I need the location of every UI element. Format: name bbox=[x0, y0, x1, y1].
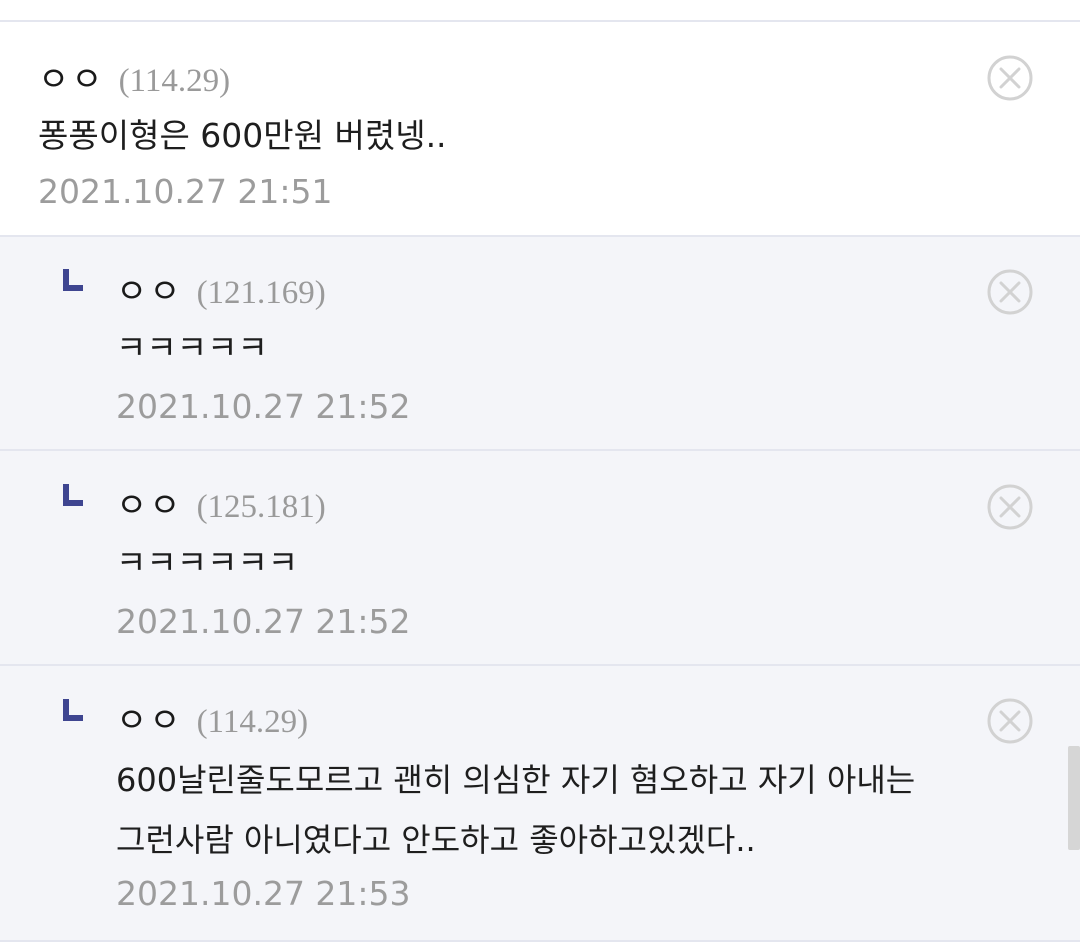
reply-item: ㅇㅇ (121.169) ㅋㅋㅋㅋㅋ 2021.10.27 21:52 bbox=[0, 237, 1080, 451]
comment-ip: (125.181) bbox=[196, 489, 326, 525]
comment-body-line: 퐁퐁이형은 600만원 버렸넹.. bbox=[38, 116, 447, 155]
reply-item: ㅇㅇ (125.181) ㅋㅋㅋㅋㅋㅋ 2021.10.27 21:52 bbox=[0, 451, 1080, 666]
reply-arrow-icon bbox=[63, 484, 83, 506]
comment-author[interactable]: ㅇㅇ bbox=[116, 264, 183, 313]
close-circle-icon bbox=[987, 698, 1033, 744]
comment-body-line: ㅋㅋㅋㅋㅋㅋ bbox=[116, 543, 299, 582]
delete-comment-button[interactable] bbox=[987, 698, 1033, 744]
reply-arrow-icon bbox=[63, 699, 83, 721]
comment-author[interactable]: ㅇㅇ bbox=[116, 693, 183, 742]
comment-body: 퐁퐁이형은 600만원 버렸넹.. bbox=[38, 106, 447, 166]
comment-meta: ㅇㅇ (114.29) bbox=[38, 52, 230, 101]
comment-author[interactable]: ㅇㅇ bbox=[38, 52, 105, 101]
comment-body: ㅋㅋㅋㅋㅋ bbox=[116, 318, 268, 378]
comment-body: 600날린줄도모르고 괜히 의심한 자기 혐오하고 자기 아내는 그런사람 아니… bbox=[116, 750, 915, 870]
close-circle-icon bbox=[987, 269, 1033, 315]
comment-body: ㅋㅋㅋㅋㅋㅋ bbox=[116, 533, 298, 593]
comment-ip: (114.29) bbox=[118, 63, 231, 99]
comment-author[interactable]: ㅇㅇ bbox=[116, 478, 183, 527]
comment-ip: (121.169) bbox=[196, 275, 326, 311]
comment-date: 2021.10.27 21:52 bbox=[116, 602, 411, 641]
delete-comment-button[interactable] bbox=[987, 269, 1033, 315]
top-divider bbox=[0, 0, 1080, 22]
comment-body-line: 그런사람 아니였다고 안도하고 좋아하고있겠다.. bbox=[116, 821, 756, 859]
comment-meta: ㅇㅇ (121.169) bbox=[116, 264, 326, 313]
comment-ip: (114.29) bbox=[196, 704, 309, 740]
comment-meta: ㅇㅇ (114.29) bbox=[116, 693, 308, 742]
comment-date: 2021.10.27 21:52 bbox=[116, 387, 411, 426]
comment-date: 2021.10.27 21:53 bbox=[116, 874, 411, 913]
comment-meta: ㅇㅇ (125.181) bbox=[116, 478, 326, 527]
comment-body-line: 600날린줄도모르고 괜히 의심한 자기 혐오하고 자기 아내는 bbox=[116, 761, 916, 799]
delete-comment-button[interactable] bbox=[987, 484, 1033, 530]
reply-arrow-icon bbox=[63, 269, 83, 291]
comment-date: 2021.10.27 21:51 bbox=[38, 172, 333, 211]
close-circle-icon bbox=[987, 484, 1033, 530]
close-circle-icon bbox=[987, 55, 1033, 101]
reply-item: ㅇㅇ (114.29) 600날린줄도모르고 괜히 의심한 자기 혐오하고 자기… bbox=[0, 666, 1080, 942]
comment-item: ㅇㅇ (114.29) 퐁퐁이형은 600만원 버렸넹.. 2021.10.27… bbox=[0, 22, 1080, 237]
scrollbar-thumb[interactable] bbox=[1068, 746, 1080, 850]
delete-comment-button[interactable] bbox=[987, 55, 1033, 101]
comment-body-line: ㅋㅋㅋㅋㅋ bbox=[116, 328, 268, 367]
